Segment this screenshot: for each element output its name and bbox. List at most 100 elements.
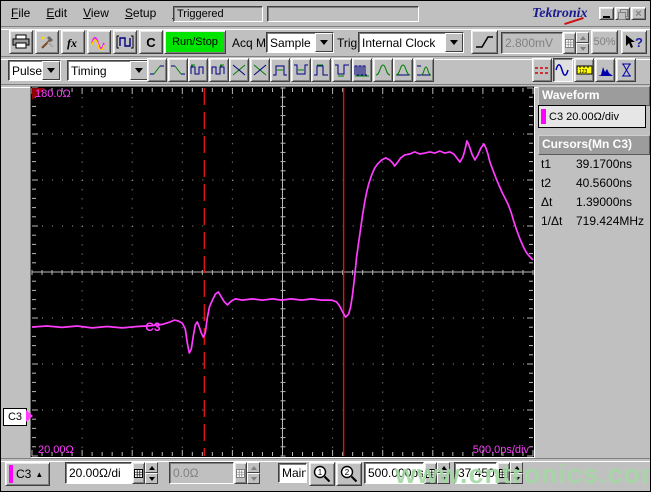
menu-edit[interactable]: Edit bbox=[38, 3, 75, 22]
help-pointer-button[interactable]: ? bbox=[621, 30, 647, 54]
cursor-t1-value: 39.1700ns bbox=[576, 157, 633, 171]
spin-up-icon[interactable] bbox=[437, 462, 450, 473]
trig-level-field: 2.800mV bbox=[501, 32, 563, 54]
channel-select-button[interactable]: C3 ▲ bbox=[5, 462, 50, 486]
chevron-down-icon[interactable] bbox=[445, 33, 463, 52]
measure-positive-width-button[interactable] bbox=[270, 58, 290, 82]
waveform-display-button[interactable] bbox=[553, 58, 573, 82]
cursor-inv-dt-label: 1/Δt bbox=[541, 214, 563, 228]
vertical-offset-keypad-button bbox=[234, 462, 247, 484]
print-button[interactable] bbox=[9, 30, 33, 54]
acq-mode-select[interactable]: Sample bbox=[266, 32, 334, 53]
horizontal-position-input[interactable]: 37.450n bbox=[454, 462, 497, 484]
waveform-colors-button[interactable] bbox=[87, 30, 111, 54]
measure-fall-time-button[interactable] bbox=[167, 58, 188, 82]
spin-down-icon[interactable] bbox=[145, 473, 158, 484]
peak-amplitude-icon bbox=[395, 63, 411, 75]
fifty-percent-button: 50% bbox=[591, 30, 618, 54]
waveform-list-item[interactable]: C3 20.00Ω/div bbox=[538, 105, 646, 128]
channel-c3-marker[interactable]: C3 bbox=[3, 408, 33, 426]
measure-negative-width-button[interactable] bbox=[290, 58, 311, 82]
up-arrow-icon: ▲ bbox=[35, 469, 44, 479]
vertical-scale-input[interactable]: 20.00Ω/di bbox=[65, 462, 132, 484]
timebase-mode-label: Main bbox=[282, 466, 307, 480]
timing-mode-select[interactable]: Timing bbox=[67, 60, 149, 81]
timing-mode-value: Timing bbox=[71, 63, 107, 78]
chevron-down-icon[interactable] bbox=[42, 61, 60, 80]
fall-time-icon bbox=[170, 65, 185, 74]
trig-slope-button[interactable] bbox=[471, 30, 498, 54]
measure-rise-time-button[interactable] bbox=[147, 58, 167, 82]
measure-falling-crossing-button[interactable] bbox=[249, 58, 270, 82]
measure-peak-amplitude-button[interactable] bbox=[393, 58, 413, 82]
trig-level-spinner bbox=[576, 32, 589, 54]
falling-crossing-icon bbox=[253, 64, 266, 75]
svg-text:1: 1 bbox=[317, 468, 322, 477]
spin-up-icon[interactable] bbox=[510, 462, 523, 473]
menu-file[interactable]: File bbox=[3, 3, 38, 22]
trig-source-select[interactable]: Internal Clock bbox=[358, 32, 464, 53]
vertical-scale-keypad-button[interactable] bbox=[132, 462, 145, 484]
horizontal-scale-spinner[interactable] bbox=[437, 462, 450, 484]
fifty-percent-label: 50% bbox=[593, 36, 616, 48]
spin-down-icon[interactable] bbox=[510, 473, 523, 484]
zoom-2-button[interactable]: 2 bbox=[336, 462, 362, 486]
run-stop-button[interactable]: Run/Stop bbox=[164, 30, 226, 54]
histogram-button[interactable] bbox=[595, 58, 615, 82]
chevron-down-icon[interactable] bbox=[130, 61, 148, 80]
menu-view[interactable]: View bbox=[75, 3, 117, 22]
minimize-button[interactable] bbox=[599, 7, 614, 20]
measure-frequency-button[interactable] bbox=[208, 58, 229, 82]
channel-color-swatch bbox=[9, 465, 13, 483]
formula-button[interactable]: fx bbox=[61, 30, 85, 54]
positive-duty-icon bbox=[314, 64, 328, 75]
rise-time-icon bbox=[150, 65, 164, 74]
vertical-offset-field: 0.0Ω bbox=[169, 462, 234, 484]
zoom-1-button[interactable]: 1 bbox=[309, 462, 335, 486]
pulse-select-button[interactable] bbox=[113, 30, 137, 54]
horizontal-scale-keypad-button[interactable] bbox=[424, 462, 437, 484]
cursor-dt-label: Δt bbox=[541, 195, 553, 209]
measure-rising-crossing-button[interactable] bbox=[229, 58, 249, 82]
pulse-type-select[interactable]: Pulse bbox=[8, 60, 61, 81]
formula-fx-icon: fx bbox=[67, 36, 77, 50]
sine-wave-icon bbox=[554, 64, 569, 76]
horizontal-position-spinner[interactable] bbox=[510, 462, 523, 484]
spin-down-icon[interactable] bbox=[437, 473, 450, 484]
measure-base-amplitude-button[interactable] bbox=[413, 58, 434, 82]
spin-up-icon[interactable] bbox=[145, 462, 158, 473]
vertical-scale-spinner[interactable] bbox=[145, 462, 158, 484]
measure-burst-width-button[interactable] bbox=[352, 58, 372, 82]
cursors-button[interactable] bbox=[532, 58, 552, 82]
measure-positive-duty-button[interactable] bbox=[311, 58, 331, 82]
restore-button[interactable] bbox=[615, 7, 630, 20]
measure-positive-overshoot-button[interactable] bbox=[372, 58, 393, 82]
measurement-readout-button[interactable]: 123 bbox=[574, 58, 594, 82]
positive-width-icon bbox=[273, 65, 287, 75]
chevron-down-icon[interactable] bbox=[315, 33, 333, 52]
base-amplitude-icon bbox=[416, 65, 431, 75]
menu-setup[interactable]: Setup bbox=[117, 3, 164, 22]
measure-negative-duty-button[interactable] bbox=[331, 58, 352, 82]
mask-test-button[interactable] bbox=[616, 58, 636, 82]
horizontal-scale-input[interactable]: 500.000ps bbox=[364, 462, 424, 484]
waveform-item-label: C3 20.00Ω/div bbox=[549, 110, 619, 123]
close-icon: × bbox=[635, 7, 642, 20]
close-button[interactable]: × bbox=[631, 7, 646, 20]
keypad-icon bbox=[236, 468, 245, 478]
help-pointer-icon: ? bbox=[626, 35, 643, 50]
printer-icon bbox=[12, 34, 30, 49]
trigger-status-box: Triggered bbox=[173, 6, 263, 22]
positive-overshoot-icon bbox=[375, 63, 390, 75]
horizontal-position-keypad-button[interactable] bbox=[497, 462, 510, 484]
measure-period-button[interactable] bbox=[188, 58, 208, 82]
negative-duty-icon bbox=[334, 64, 349, 76]
tools-button[interactable] bbox=[35, 30, 59, 54]
oscilloscope-app-window: FileEditViewSetupUtilitiesHelp Triggered… bbox=[0, 0, 651, 492]
magnifier-1-icon: 1 bbox=[313, 465, 330, 483]
clear-button[interactable]: C bbox=[139, 30, 163, 54]
trig-level-keypad-button bbox=[563, 32, 576, 54]
keypad-icon bbox=[134, 468, 143, 478]
vertical-top-label: 180.0Ω bbox=[35, 88, 71, 100]
c-icon: C bbox=[146, 34, 156, 50]
